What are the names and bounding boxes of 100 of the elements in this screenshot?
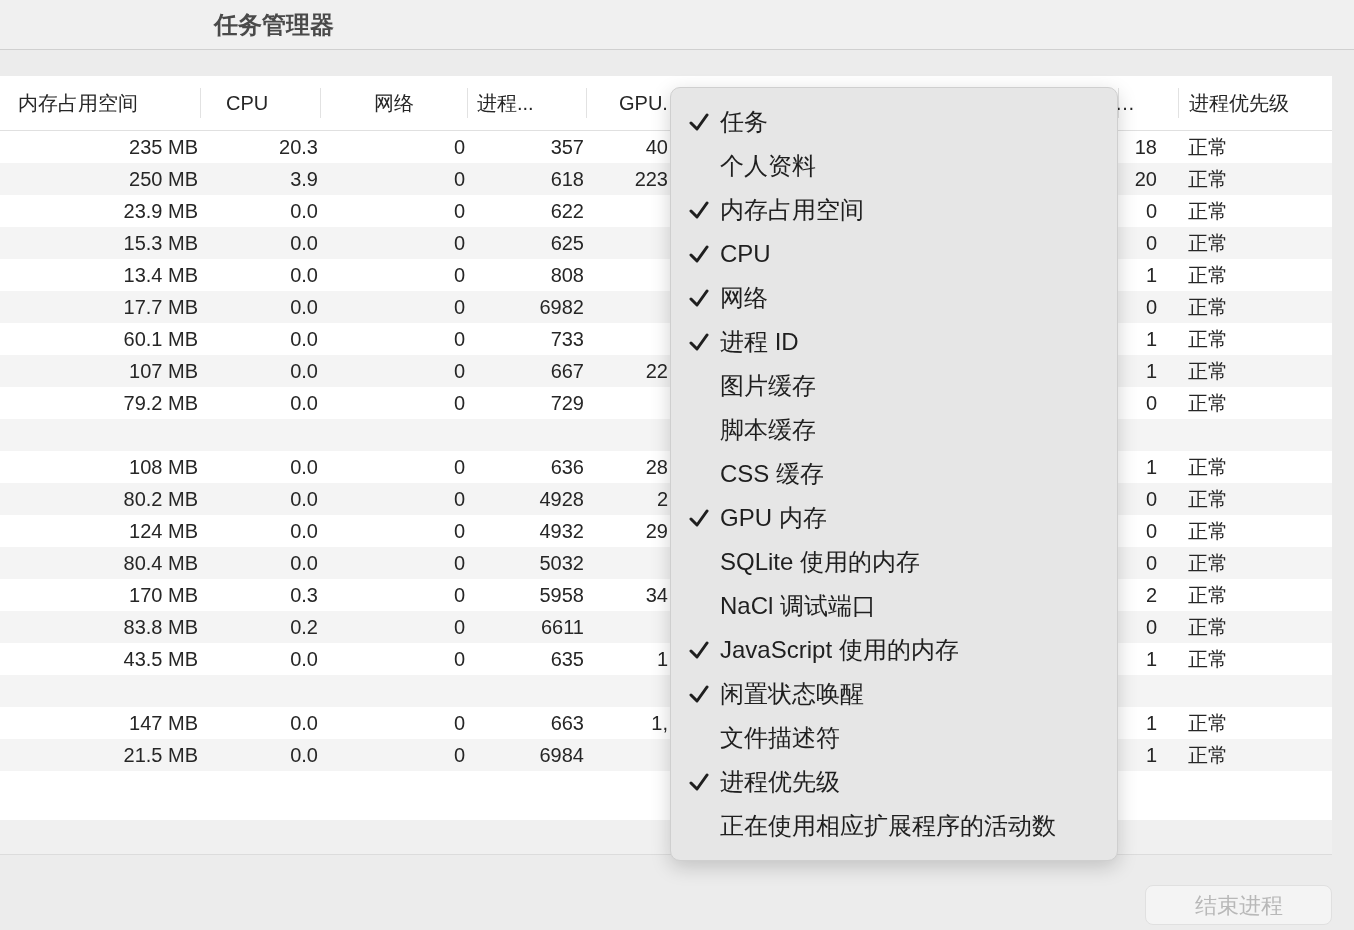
table-cell: 0 [1145, 616, 1157, 638]
table-cell: 29 [645, 520, 668, 542]
table-cell: 正常 [1188, 616, 1228, 638]
table-cell: 18 [1134, 136, 1157, 158]
table-cell: 0 [453, 296, 465, 318]
column-header[interactable]: 网络 [374, 88, 414, 118]
table-cell: 正常 [1188, 648, 1228, 670]
table-cell: 808 [550, 264, 584, 286]
table-cell: 2 [656, 488, 668, 510]
table-cell: 20.3 [279, 136, 318, 158]
table-cell: 83.8 MB [123, 616, 198, 638]
column-header[interactable]: 内存占用空间 [18, 88, 138, 118]
check-icon [689, 333, 709, 351]
table-cell: 23.9 MB [123, 200, 198, 222]
table-cell: 0.0 [290, 328, 318, 350]
table-cell: 正常 [1188, 392, 1228, 414]
table-cell: 0 [453, 168, 465, 190]
table-cell: 0.0 [290, 744, 318, 766]
check-icon [689, 289, 709, 307]
table-cell: 34 [645, 584, 668, 606]
table-cell: 17.7 MB [123, 296, 198, 318]
table-cell: 124 MB [129, 520, 198, 542]
table-cell: 5958 [539, 584, 584, 606]
table-cell: 147 MB [129, 712, 198, 734]
table-cell: 0 [453, 328, 465, 350]
table-cell: 0 [1145, 552, 1157, 574]
table-cell: 正常 [1188, 744, 1228, 766]
table-cell: 0 [453, 648, 465, 670]
table-cell: 223 [634, 168, 668, 190]
table-cell: 6611 [541, 616, 584, 638]
table-cell: 0 [453, 616, 465, 638]
table-cell: 4928 [539, 488, 584, 510]
table-cell: 0 [1145, 232, 1157, 254]
table-cell: 正常 [1188, 136, 1228, 158]
table-cell: 0.0 [290, 712, 318, 734]
window-title: 任务管理器 [214, 9, 334, 40]
table-cell: 0 [1145, 200, 1157, 222]
table-cell: 正常 [1188, 232, 1228, 254]
table-cell: 正常 [1188, 360, 1228, 382]
table-cell: 0.0 [290, 392, 318, 414]
table-cell: 0.0 [290, 456, 318, 478]
table-cell: 80.2 MB [123, 488, 198, 510]
column-header[interactable]: CPU [226, 88, 269, 118]
table-cell: 0.2 [290, 616, 318, 638]
table-cell: 40 [645, 136, 668, 158]
check-icon [689, 685, 709, 703]
table-cell: 0.0 [290, 264, 318, 286]
table-cell: 729 [550, 392, 584, 414]
table-cell: 0 [453, 360, 465, 382]
table-cell: 1 [1145, 328, 1157, 350]
check-icon [689, 773, 709, 791]
menu-item[interactable]: 正在使用相应扩展程序的活动数 [671, 804, 1117, 848]
table-cell: 正常 [1188, 488, 1228, 510]
table-cell: 2 [1145, 584, 1157, 606]
table-cell: 0 [453, 200, 465, 222]
check-icon [689, 201, 709, 219]
table-cell: 60.1 MB [123, 328, 198, 350]
table-cell: 0 [453, 712, 465, 734]
table-cell: 正常 [1188, 296, 1228, 318]
table-cell: 0.0 [290, 520, 318, 542]
table-cell: 667 [550, 360, 584, 382]
column-header[interactable]: 进程优先级 [1189, 88, 1289, 118]
table-cell: 正常 [1188, 328, 1228, 350]
table-cell: 0 [1145, 520, 1157, 542]
column-header[interactable]: 进程... [477, 88, 534, 118]
table-cell: 0 [453, 520, 465, 542]
table-cell: 0 [453, 744, 465, 766]
table-cell: 0 [1145, 392, 1157, 414]
table-cell: 21.5 MB [123, 744, 198, 766]
table-cell: 170 MB [129, 584, 198, 606]
table-cell: 0 [453, 488, 465, 510]
column-header[interactable]: GPU. [619, 88, 668, 118]
table-cell: 1 [1145, 264, 1157, 286]
table-cell: 733 [550, 328, 584, 350]
table-cell: 0 [453, 456, 465, 478]
table-cell: 79.2 MB [123, 392, 198, 414]
table-cell: 357 [550, 136, 584, 158]
table-cell: 0.0 [290, 648, 318, 670]
check-icon [689, 113, 709, 131]
column-header[interactable]: … [1115, 88, 1135, 118]
table-cell: 6982 [539, 296, 584, 318]
table-cell: 235 MB [129, 136, 198, 158]
table-cell: 0 [453, 136, 465, 158]
table-cell: 663 [550, 712, 584, 734]
table-cell: 0 [453, 264, 465, 286]
table-cell: 正常 [1188, 552, 1228, 574]
table-cell: 13.4 MB [123, 264, 198, 286]
check-icon [689, 509, 709, 527]
table-cell: 0 [453, 392, 465, 414]
check-icon [689, 245, 709, 263]
table-cell: 20 [1134, 168, 1157, 190]
table-cell: 80.4 MB [123, 552, 198, 574]
table-cell: 0 [1145, 296, 1157, 318]
table-cell: 15.3 MB [123, 232, 198, 254]
table-cell: 5032 [539, 552, 584, 574]
table-cell: 28 [645, 456, 668, 478]
table-cell: 0.0 [290, 488, 318, 510]
table-cell: 正常 [1188, 520, 1228, 542]
table-cell: 625 [550, 232, 584, 254]
table-cell: 0.3 [290, 584, 318, 606]
